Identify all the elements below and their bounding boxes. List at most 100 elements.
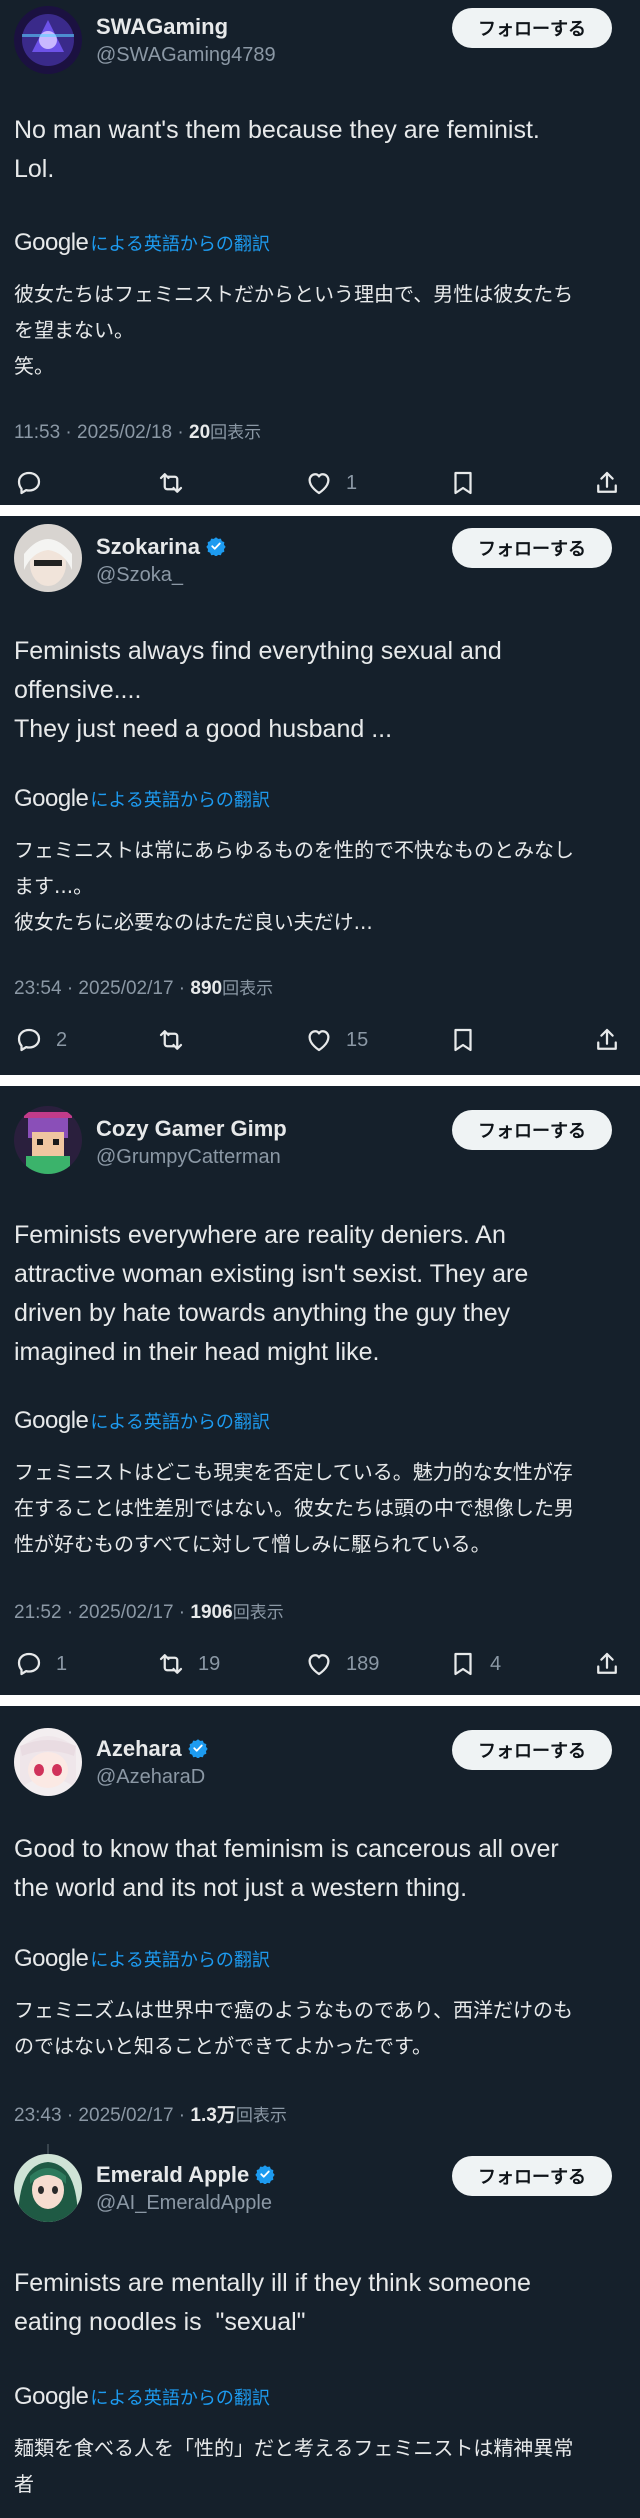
reply-icon <box>17 1652 41 1676</box>
user-handle[interactable]: @AzeharaD <box>96 1766 205 1789</box>
separator-bar <box>0 505 640 516</box>
tweet-text: Feminists always find everything sexual … <box>14 637 502 743</box>
display-name[interactable]: Emerald Apple <box>96 2162 275 2188</box>
tweet-card[interactable]: Azehara @AzeharaD フォローする Good to know th… <box>0 1706 640 2136</box>
reply-button[interactable] <box>14 463 56 503</box>
tweet-card[interactable]: Cozy Gamer Gimp @GrumpyCatterman フォローする … <box>0 1086 640 1695</box>
tweet-text: Feminists everywhere are reality deniers… <box>14 1221 529 1366</box>
share-button[interactable] <box>592 1020 622 1060</box>
retweet-count: 19 <box>198 1652 221 1675</box>
translation-link[interactable]: による英語からの翻訳 <box>90 1946 269 1972</box>
retweet-button[interactable]: 19 <box>156 1644 220 1684</box>
user-handle[interactable]: @AI_EmeraldApple <box>96 2192 272 2215</box>
tweet-text: Good to know that feminism is cancerous … <box>14 1835 559 1902</box>
timestamp[interactable]: 23:54 · 2025/02/17 · <box>14 978 190 999</box>
translation-link[interactable]: による英語からの翻訳 <box>90 786 269 812</box>
display-name[interactable]: Cozy Gamer Gimp <box>96 1116 287 1142</box>
bookmark-button[interactable] <box>448 1020 490 1060</box>
tweet-meta[interactable]: 11:53 · 2025/02/18 · 20回表示 <box>14 418 261 444</box>
google-translation-label[interactable]: Google による英語からの翻訳 <box>14 1407 270 1434</box>
pixel-character-avatar-icon <box>14 1106 82 1174</box>
view-count: 20 <box>189 422 211 443</box>
tweet-meta[interactable]: 23:43 · 2025/02/17 · 1.3万回表示 <box>14 2100 287 2127</box>
timestamp[interactable]: 11:53 · 2025/02/18 · <box>14 422 189 443</box>
reply-icon <box>17 1028 41 1052</box>
retweet-button[interactable] <box>156 1020 198 1060</box>
avatar[interactable] <box>14 2154 82 2222</box>
user-handle[interactable]: @Szoka_ <box>96 564 183 587</box>
google-translation-label[interactable]: Google による英語からの翻訳 <box>14 785 270 812</box>
tweet-card[interactable]: Szokarina @Szoka_ フォローする Feminists alway… <box>0 516 640 1075</box>
follow-button[interactable]: フォローする <box>452 8 612 48</box>
retweet-icon <box>159 1654 183 1674</box>
like-button[interactable]: 15 <box>304 1020 368 1060</box>
heart-icon <box>308 1654 330 1676</box>
follow-button[interactable]: フォローする <box>452 1730 612 1770</box>
like-count: 1 <box>346 471 358 494</box>
like-button[interactable]: 1 <box>304 463 357 503</box>
translated-text: 彼女たちはフェミニストだからという理由で、男性は彼女たち を望まない。 笑。 <box>14 282 574 378</box>
share-button[interactable] <box>592 1644 622 1684</box>
tweet-actions: 2 15 <box>0 1020 640 1060</box>
google-logo: Google <box>14 1407 89 1434</box>
tweet-actions: 1 <box>0 463 640 503</box>
translation-link[interactable]: による英語からの翻訳 <box>90 1408 269 1434</box>
view-count: 890 <box>190 978 223 999</box>
reply-button[interactable]: 1 <box>14 1644 67 1684</box>
display-name[interactable]: SWAGaming <box>96 14 228 40</box>
verified-badge-icon <box>187 1739 208 1758</box>
user-handle[interactable]: @GrumpyCatterman <box>96 1146 281 1169</box>
reply-icon <box>17 471 41 495</box>
translation-link[interactable]: による英語からの翻訳 <box>90 230 269 256</box>
display-name[interactable]: Azehara <box>96 1736 208 1762</box>
retweet-icon <box>159 473 183 493</box>
display-name[interactable]: Szokarina <box>96 534 226 560</box>
avatar[interactable] <box>14 6 82 74</box>
share-icon <box>597 1028 617 1050</box>
tweet-text: No man want's them because they are femi… <box>14 116 540 183</box>
google-translation-label[interactable]: Google による英語からの翻訳 <box>14 229 270 256</box>
retweet-button[interactable] <box>156 463 198 503</box>
white-hair-character-avatar-icon <box>14 524 82 592</box>
bookmark-icon <box>454 471 472 495</box>
tweet-card[interactable]: Emerald Apple @AI_EmeraldApple フォローする Fe… <box>0 2140 640 2518</box>
follow-button[interactable]: フォローする <box>452 1110 612 1150</box>
separator-bar <box>0 1075 640 1086</box>
heart-icon <box>308 473 330 495</box>
avatar[interactable] <box>14 524 82 592</box>
tweet-meta[interactable]: 23:54 · 2025/02/17 · 890回表示 <box>14 974 273 1000</box>
heart-icon <box>308 1030 330 1052</box>
google-logo: Google <box>14 2383 89 2410</box>
views-label: 回表示 <box>232 1603 284 1623</box>
avatar[interactable] <box>14 1728 82 1796</box>
verified-badge-icon <box>206 537 226 556</box>
bookmark-button[interactable] <box>448 463 490 503</box>
translated-text: フェミニストは常にあらゆるものを性的で不快なものとみなし ます...。 彼女たち… <box>14 838 574 934</box>
tweet-text: Feminists are mentally ill if they think… <box>14 2269 531 2336</box>
translated-text: フェミニズムは世界中で癌のようなものであり、西洋だけのも のではないと知ることが… <box>14 1998 573 2058</box>
translation-link[interactable]: による英語からの翻訳 <box>90 2384 269 2410</box>
follow-button[interactable]: フォローする <box>452 2156 612 2196</box>
tweet-card[interactable]: SWAGaming @SWAGaming4789 フォローする No man w… <box>0 0 640 505</box>
bookmark-icon <box>454 1028 472 1052</box>
timestamp[interactable]: 23:43 · 2025/02/17 · <box>14 2105 190 2126</box>
follow-button[interactable]: フォローする <box>452 528 612 568</box>
user-handle[interactable]: @SWAGaming4789 <box>96 44 276 67</box>
tweet-meta[interactable]: 21:52 · 2025/02/17 · 1906回表示 <box>14 1598 284 1624</box>
reply-button[interactable]: 2 <box>14 1020 67 1060</box>
translated-text: フェミニストはどこも現実を否定している。魅力的な女性が存 在することは性差別では… <box>14 1460 574 1556</box>
views-label: 回表示 <box>235 2106 287 2126</box>
bookmark-button[interactable]: 4 <box>448 1644 501 1684</box>
anime-girl-avatar-icon <box>14 1728 82 1796</box>
share-button[interactable] <box>592 463 622 503</box>
view-count: 1906 <box>190 1602 233 1623</box>
view-count: 1.3万 <box>190 2105 236 2126</box>
google-translation-label[interactable]: Google による英語からの翻訳 <box>14 2383 270 2410</box>
google-logo: Google <box>14 1945 89 1972</box>
share-icon <box>597 471 617 493</box>
google-translation-label[interactable]: Google による英語からの翻訳 <box>14 1945 270 1972</box>
timestamp[interactable]: 21:52 · 2025/02/17 · <box>14 1602 190 1623</box>
separator-bar <box>0 1695 640 1706</box>
like-button[interactable]: 189 <box>304 1644 379 1684</box>
avatar[interactable] <box>14 1106 82 1174</box>
